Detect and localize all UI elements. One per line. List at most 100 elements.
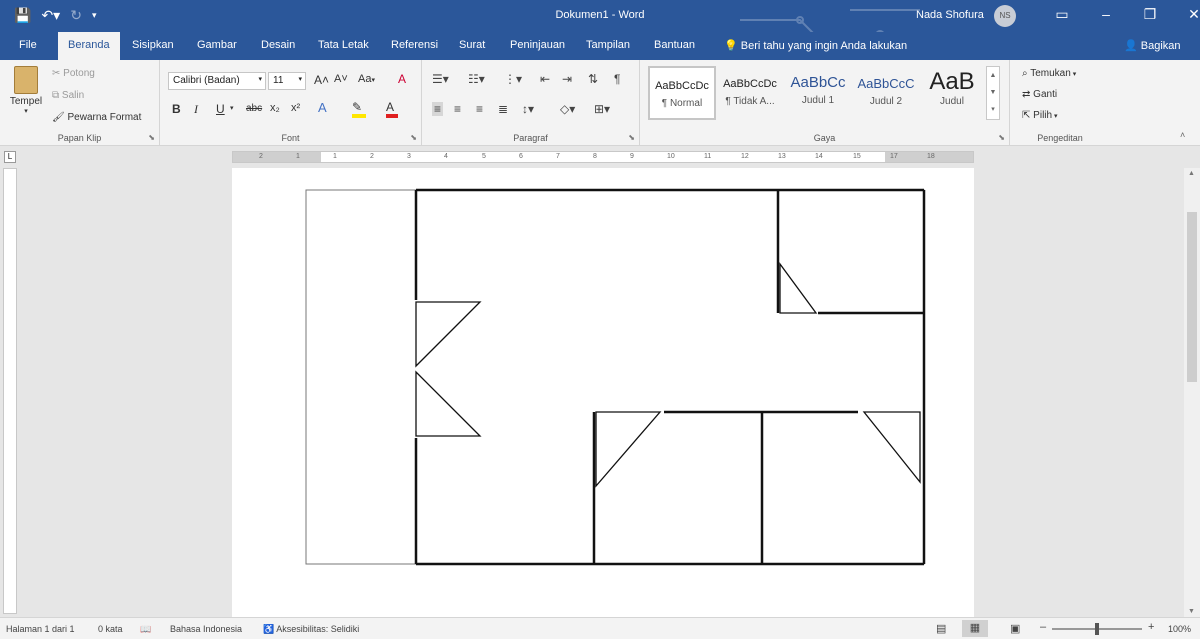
- horizontal-ruler[interactable]: 2 1 1 2 3 4 5 6 7 8 9 10 11 12 13 14 15 17 18: [232, 151, 974, 163]
- accessibility-status[interactable]: ♿ Aksesibilitas: Selidiki: [263, 624, 359, 635]
- copy-button[interactable]: ⧉ Salin: [52, 90, 84, 101]
- close-icon[interactable]: ✕: [1172, 6, 1200, 23]
- align-left-icon[interactable]: ≡: [432, 102, 444, 116]
- change-case-button[interactable]: Aa▾: [358, 73, 375, 85]
- minimize-icon[interactable]: –: [1084, 6, 1128, 23]
- increase-indent-icon[interactable]: ⇥: [562, 72, 572, 86]
- subscript-button[interactable]: x₂: [270, 102, 280, 114]
- print-layout-icon[interactable]: ▦: [962, 620, 988, 637]
- proofing-icon[interactable]: 📖: [140, 624, 151, 635]
- italic-button[interactable]: I: [194, 102, 198, 117]
- dialog-launcher-icon[interactable]: ⬊: [998, 133, 1005, 142]
- font-family-select[interactable]: Calibri (Badan) ▾: [168, 72, 266, 90]
- style-normal[interactable]: AaBbCcDc ¶ Normal: [648, 66, 716, 120]
- ribbon-display-options-icon[interactable]: ▭: [1040, 6, 1084, 23]
- decrease-indent-icon[interactable]: ⇤: [540, 72, 550, 86]
- select-button[interactable]: ⇱ Pilih ▾: [1022, 110, 1058, 121]
- zoom-level[interactable]: 100%: [1168, 624, 1191, 634]
- bullets-icon[interactable]: ☰▾: [432, 72, 449, 86]
- shrink-font-button[interactable]: A˅: [334, 73, 348, 85]
- tab-desain[interactable]: Desain: [261, 39, 295, 51]
- scroll-down-icon[interactable]: ▼: [987, 84, 999, 101]
- tab-surat[interactable]: Surat: [459, 39, 485, 51]
- multilevel-list-icon[interactable]: ⋮▾: [504, 72, 522, 86]
- underline-button[interactable]: U: [216, 102, 225, 116]
- highlight-button[interactable]: ✎: [352, 100, 368, 118]
- shading-icon[interactable]: ◇▾: [560, 102, 575, 116]
- word-count[interactable]: 0 kata: [98, 624, 123, 634]
- find-button[interactable]: ⌕ Temukan ▾: [1022, 68, 1076, 79]
- text-effects-icon[interactable]: A: [318, 100, 327, 115]
- align-center-icon[interactable]: ≡: [454, 102, 461, 116]
- tell-me-search[interactable]: 💡 Beri tahu yang ingin Anda lakukan: [724, 39, 907, 52]
- cut-label: Potong: [63, 68, 95, 79]
- zoom-slider-thumb[interactable]: [1095, 623, 1099, 635]
- style-heading-1[interactable]: AaBbCc Judul 1: [784, 66, 852, 120]
- language-indicator[interactable]: Bahasa Indonesia: [170, 624, 242, 634]
- align-right-icon[interactable]: ≡: [476, 102, 483, 116]
- avatar[interactable]: NS: [994, 5, 1016, 27]
- zoom-slider[interactable]: [1052, 623, 1142, 635]
- tab-bantuan[interactable]: Bantuan: [654, 39, 695, 51]
- document-page[interactable]: [232, 168, 974, 617]
- scroll-down-arrow-icon[interactable]: ▼: [1188, 608, 1195, 615]
- line-spacing-icon[interactable]: ↕▾: [522, 102, 534, 116]
- tab-selector-icon[interactable]: L: [4, 151, 16, 163]
- user-name[interactable]: Nada Shofura: [916, 9, 984, 21]
- tab-file[interactable]: File: [19, 39, 37, 51]
- read-mode-icon[interactable]: ▤: [936, 622, 946, 635]
- share-button[interactable]: 👤 Bagikan: [1124, 39, 1181, 52]
- style-preview: AaBbCcDc: [723, 78, 777, 90]
- tab-gambar[interactable]: Gambar: [197, 39, 237, 51]
- restore-icon[interactable]: ❐: [1128, 6, 1172, 23]
- font-size-select[interactable]: 11 ▾: [268, 72, 306, 90]
- style-title[interactable]: AaB Judul: [918, 66, 986, 120]
- dialog-launcher-icon[interactable]: ⬊: [410, 133, 417, 142]
- style-no-spacing[interactable]: AaBbCcDc ¶ Tidak A...: [716, 66, 784, 120]
- floor-plan-drawing[interactable]: [232, 168, 974, 617]
- clear-formatting-button[interactable]: A: [398, 72, 406, 86]
- font-color-button[interactable]: A: [386, 100, 402, 118]
- paste-button[interactable]: Tempel ▾: [8, 66, 44, 115]
- numbering-icon[interactable]: ☷▾: [468, 72, 485, 86]
- style-heading-2[interactable]: AaBbCcC Judul 2: [852, 66, 920, 120]
- tab-sisipkan[interactable]: Sisipkan: [132, 39, 174, 51]
- tell-me-label: Beri tahu yang ingin Anda lakukan: [740, 40, 908, 52]
- paragraph-group-label: Paragraf: [513, 133, 548, 143]
- chevron-down-icon: ▾: [371, 77, 375, 84]
- replace-button[interactable]: ⇄ Ganti: [1022, 89, 1057, 100]
- ruler-tick-label: 8: [593, 153, 597, 160]
- collapse-ribbon-icon[interactable]: ˄: [1180, 130, 1185, 140]
- borders-icon[interactable]: ⊞▾: [594, 102, 610, 116]
- scrollbar-thumb[interactable]: [1187, 212, 1197, 382]
- zoom-out-icon[interactable]: –: [1040, 621, 1046, 633]
- chevron-down-icon[interactable]: ▾: [230, 104, 234, 112]
- scroll-up-arrow-icon[interactable]: ▲: [1188, 170, 1195, 177]
- tab-beranda[interactable]: Beranda: [58, 32, 120, 60]
- tab-tampilan[interactable]: Tampilan: [586, 39, 630, 51]
- superscript-button[interactable]: x²: [291, 102, 300, 114]
- page-count[interactable]: Halaman 1 dari 1: [6, 624, 75, 634]
- format-painter-button[interactable]: 🖌 Pewarna Format: [52, 112, 141, 123]
- grow-font-button[interactable]: A˄: [314, 73, 329, 87]
- bold-button[interactable]: B: [172, 102, 181, 116]
- dialog-launcher-icon[interactable]: ⬊: [148, 133, 155, 142]
- web-layout-icon[interactable]: ▣: [1010, 622, 1020, 635]
- window-controls: ▭ – ❐ ✕: [1040, 6, 1200, 23]
- more-styles-icon[interactable]: ▾: [987, 101, 999, 118]
- zoom-in-icon[interactable]: +: [1148, 621, 1154, 633]
- ruler-left-margin: [233, 152, 321, 162]
- strikethrough-button[interactable]: abc: [246, 103, 262, 114]
- scroll-up-icon[interactable]: ▲: [987, 67, 999, 84]
- dialog-launcher-icon[interactable]: ⬊: [628, 133, 635, 142]
- tab-tata-letak[interactable]: Tata Letak: [318, 39, 369, 51]
- tab-referensi[interactable]: Referensi: [391, 39, 438, 51]
- vertical-ruler[interactable]: [3, 168, 17, 614]
- tab-peninjauan[interactable]: Peninjauan: [510, 39, 565, 51]
- find-label: Temukan: [1030, 68, 1071, 79]
- cut-button[interactable]: ✂ Potong: [52, 68, 95, 79]
- vertical-scrollbar[interactable]: ▲ ▼: [1184, 168, 1200, 617]
- justify-icon[interactable]: ≣: [498, 102, 508, 116]
- sort-icon[interactable]: ⇅: [588, 72, 598, 86]
- pilcrow-icon[interactable]: ¶: [614, 72, 620, 86]
